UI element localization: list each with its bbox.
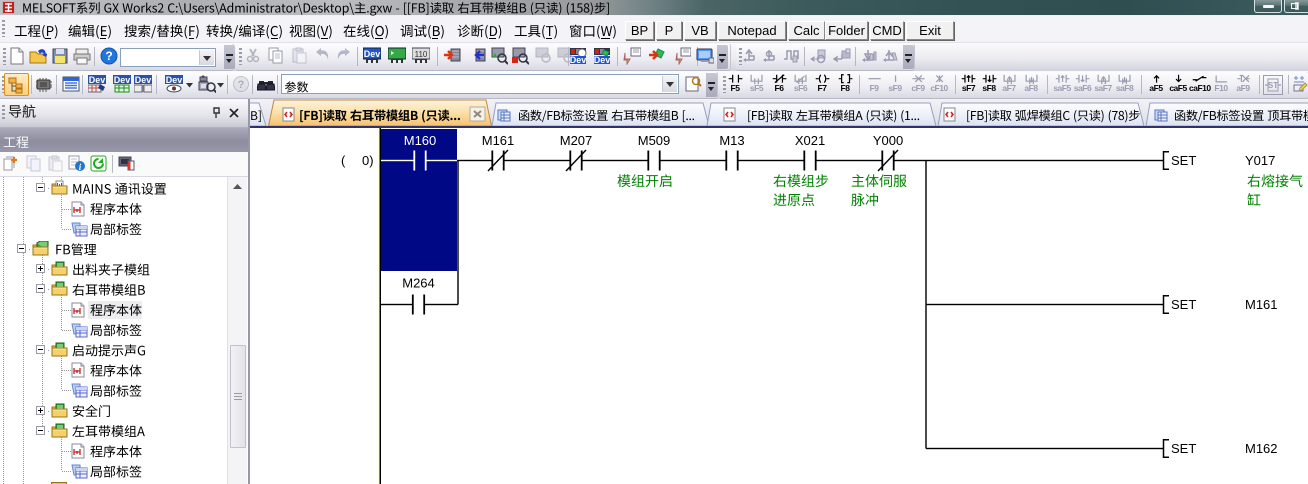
svg-text:M162: M162: [1245, 441, 1278, 456]
svg-text:Dev: Dev: [166, 75, 183, 85]
svg-text:110: 110: [415, 50, 428, 59]
svg-text:Dev: Dev: [364, 49, 381, 59]
svg-text:M207: M207: [560, 133, 593, 148]
svg-text:ST: ST: [1268, 81, 1278, 90]
svg-text:Dev: Dev: [594, 55, 610, 65]
svg-text:0): 0): [362, 153, 374, 168]
svg-text:Dev: Dev: [114, 75, 131, 85]
svg-text:(: (: [341, 153, 346, 168]
svg-text:Y017: Y017: [1245, 153, 1275, 168]
svg-text:M264: M264: [402, 276, 435, 291]
svg-text:X021: X021: [795, 133, 825, 148]
svg-text:M509: M509: [638, 133, 671, 148]
svg-text:M160: M160: [404, 133, 437, 148]
svg-text:SET: SET: [1171, 153, 1196, 168]
svg-text:M13: M13: [719, 133, 744, 148]
svg-text:Y000: Y000: [873, 133, 903, 148]
svg-text:M161: M161: [1245, 297, 1278, 312]
svg-text:Dev: Dev: [570, 55, 586, 65]
svg-text:SET: SET: [1171, 441, 1196, 456]
svg-text:?: ?: [238, 79, 245, 91]
svg-text:M161: M161: [482, 133, 515, 148]
svg-text:Dev: Dev: [135, 75, 152, 85]
svg-text:SET: SET: [1171, 297, 1196, 312]
svg-text:Dev: Dev: [89, 75, 106, 85]
svg-text:?: ?: [105, 49, 112, 63]
